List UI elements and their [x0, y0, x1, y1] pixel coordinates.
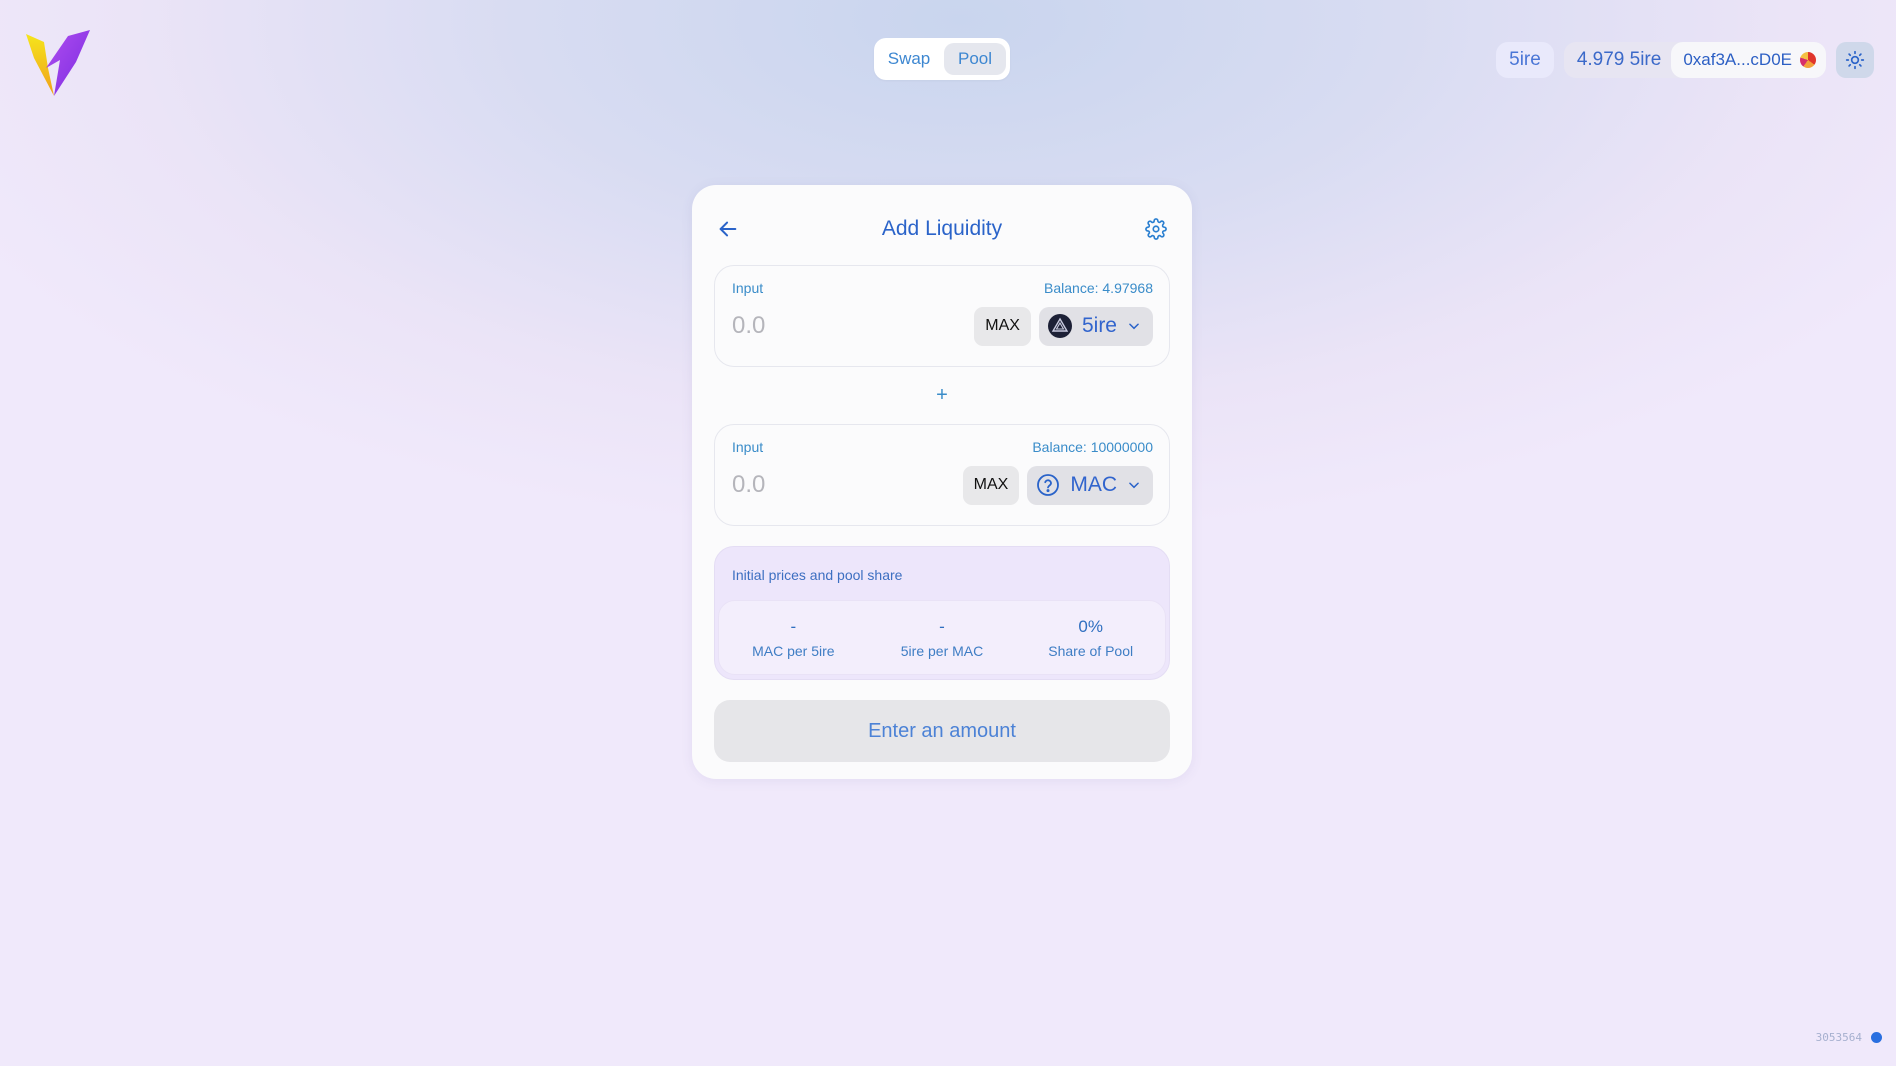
token-select-b[interactable]: MAC	[1027, 465, 1153, 505]
amount-input-a[interactable]	[732, 312, 975, 340]
price-value: -	[790, 616, 797, 636]
token-balance[interactable]: Balance: 4.97968	[1044, 280, 1153, 296]
block-number: 3053564	[1815, 1031, 1862, 1044]
settings-button[interactable]	[1142, 215, 1170, 243]
page-title: Add Liquidity	[881, 217, 1003, 240]
price-label: MAC per 5ire	[752, 642, 835, 659]
wallet-balance: 4.979 5ire	[1576, 49, 1662, 70]
token-select-a[interactable]: 5ire	[1038, 306, 1153, 346]
token-input-b: Input Balance: 10000000 MAX MAC	[714, 424, 1170, 526]
5ire-logo-icon	[1047, 314, 1072, 338]
header-actions: 5ire 4.979 5ire 0xaf3A...cD0E	[1496, 42, 1874, 78]
max-button[interactable]: MAX	[974, 306, 1031, 346]
max-button[interactable]: MAX	[962, 465, 1020, 505]
token-symbol: MAC	[1070, 473, 1117, 496]
tab-pool[interactable]: Pool	[944, 43, 1006, 75]
plus-icon: +	[936, 384, 948, 406]
network-button[interactable]: 5ire	[1496, 42, 1554, 78]
card-header: Add Liquidity	[714, 185, 1170, 265]
price-value: 0%	[1078, 616, 1103, 636]
price-stat: 0% Share of Pool	[1016, 617, 1165, 659]
chevron-down-icon	[1129, 323, 1139, 330]
pool-share-stats: - MAC per 5ire - 5ire per MAC 0% Share o…	[718, 600, 1166, 675]
avatar	[1800, 52, 1816, 68]
gear-icon	[1145, 218, 1167, 240]
tab-swap[interactable]: Swap	[878, 43, 940, 75]
enter-amount-button[interactable]: Enter an amount	[714, 700, 1170, 762]
add-liquidity-card: Add Liquidity Input Balance: 4.97968 MAX…	[692, 185, 1192, 779]
account-group: 4.979 5ire 0xaf3A...cD0E	[1563, 42, 1826, 78]
arrow-left-icon	[719, 221, 737, 237]
chevron-down-icon	[1129, 482, 1139, 489]
input-label: Input	[732, 439, 764, 455]
token-balance[interactable]: Balance: 10000000	[1032, 439, 1153, 455]
theme-toggle-button[interactable]	[1836, 42, 1874, 78]
app-logo	[26, 30, 90, 96]
price-stat: - 5ire per MAC	[868, 617, 1017, 659]
price-label: 5ire per MAC	[900, 642, 984, 659]
account-button[interactable]: 0xaf3A...cD0E	[1671, 42, 1826, 78]
price-label: Share of Pool	[1048, 642, 1134, 659]
price-stat: - MAC per 5ire	[719, 617, 868, 659]
nav-tabs: Swap Pool	[874, 38, 1010, 80]
pool-share-title: Initial prices and pool share	[732, 567, 903, 583]
token-symbol: 5ire	[1081, 314, 1117, 337]
back-button[interactable]	[714, 215, 742, 243]
question-circle-icon	[1037, 474, 1060, 496]
price-value: -	[939, 616, 945, 636]
input-label: Input	[732, 280, 764, 296]
wallet-address: 0xaf3A...cD0E	[1683, 50, 1792, 69]
status-dot	[1871, 1032, 1882, 1043]
token-input-a: Input Balance: 4.97968 MAX 5ire	[714, 265, 1170, 367]
sun-icon	[1845, 50, 1865, 70]
amount-input-b[interactable]	[732, 471, 963, 499]
pool-share-panel: Initial prices and pool share - MAC per …	[714, 546, 1170, 680]
